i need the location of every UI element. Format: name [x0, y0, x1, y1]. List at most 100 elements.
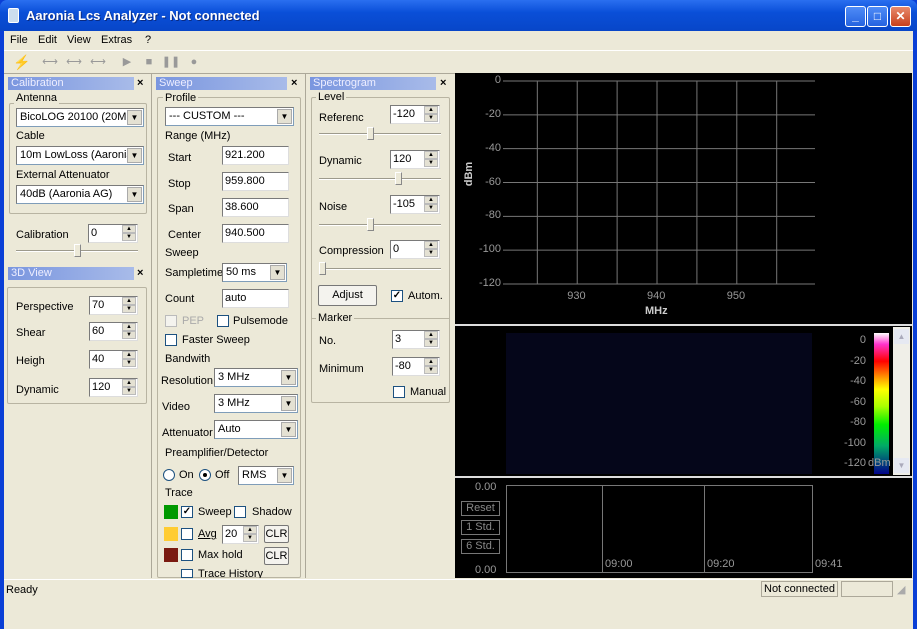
menu-edit[interactable]: Edit: [38, 31, 57, 50]
menu-file[interactable]: File: [10, 31, 28, 50]
spin-up-icon[interactable]: ▲: [424, 151, 438, 159]
perspective-spinner[interactable]: 70 ▲ ▼: [89, 296, 138, 315]
spectrum-chart[interactable]: dBm MHz 0 -20 -40 -60 -80 -100 -120 930 940 950: [455, 73, 912, 324]
minimize-button[interactable]: _: [845, 6, 866, 27]
marker-no-spinner[interactable]: 3 ▲ ▼: [392, 330, 440, 349]
close-button[interactable]: ✕: [890, 6, 911, 27]
maxhold-checkbox[interactable]: [181, 549, 193, 561]
menu-help[interactable]: ?: [145, 31, 151, 50]
spin-down-icon[interactable]: ▼: [243, 534, 257, 542]
avg-checkbox[interactable]: [181, 528, 193, 540]
spin-up-icon[interactable]: ▲: [122, 351, 136, 359]
sweep-1ms-icon[interactable]: ⟷: [40, 52, 60, 72]
adjust-button[interactable]: Adjust: [318, 285, 377, 306]
spin-down-icon[interactable]: ▼: [424, 339, 438, 347]
connect-icon[interactable]: ⚡: [12, 52, 32, 72]
span-input[interactable]: 38.600: [222, 198, 289, 217]
spin-down-icon[interactable]: ▼: [424, 366, 438, 374]
spin-up-icon[interactable]: ▲: [122, 225, 136, 233]
noise-spinner[interactable]: -105 ▲ ▼: [390, 195, 440, 214]
shear-spinner[interactable]: 60 ▲ ▼: [89, 322, 138, 341]
compression-spinner[interactable]: 0 ▲ ▼: [390, 240, 440, 259]
attenuator-select[interactable]: Auto ▼: [214, 420, 298, 439]
dynamic-3d-spinner[interactable]: 120 ▲ ▼: [89, 378, 138, 397]
spin-down-icon[interactable]: ▼: [424, 114, 438, 122]
detector-select[interactable]: RMS ▼: [238, 466, 294, 485]
spin-up-icon[interactable]: ▲: [424, 106, 438, 114]
spin-up-icon[interactable]: ▲: [122, 323, 136, 331]
minimum-spinner[interactable]: -80 ▲ ▼: [392, 357, 440, 376]
heigh-spinner[interactable]: 40 ▲ ▼: [89, 350, 138, 369]
antenna-select[interactable]: BicoLOG 20100 (20MI ▼: [16, 108, 144, 127]
pulsemode-checkbox[interactable]: [217, 315, 229, 327]
spin-down-icon[interactable]: ▼: [424, 204, 438, 212]
shadow-checkbox[interactable]: [234, 506, 246, 518]
stop-icon[interactable]: ■: [139, 52, 159, 72]
spin-down-icon[interactable]: ▼: [122, 305, 136, 313]
cable-select[interactable]: 10m LowLoss (Aaronia ▼: [16, 146, 144, 165]
spin-down-icon[interactable]: ▼: [122, 387, 136, 395]
reference-spinner[interactable]: -120 ▲ ▼: [390, 105, 440, 124]
noise-slider[interactable]: [319, 224, 441, 226]
maxhold-clear-button[interactable]: CLR: [264, 547, 289, 565]
waterfall-scrollbar[interactable]: ▲ ▼: [893, 327, 910, 475]
spin-up-icon[interactable]: ▲: [424, 241, 438, 249]
sweep-multi-icon[interactable]: ⟷: [88, 52, 108, 72]
sweep-color-swatch[interactable]: [164, 505, 178, 519]
1-std-button[interactable]: 1 Std.: [461, 520, 500, 535]
spin-up-icon[interactable]: ▲: [424, 196, 438, 204]
preamp-on-radio[interactable]: [163, 469, 175, 481]
count-input[interactable]: auto: [222, 289, 289, 308]
dynamic-spinner[interactable]: 120 ▲ ▼: [390, 150, 440, 169]
spin-up-icon[interactable]: ▲: [243, 526, 257, 534]
calibration-slider-thumb[interactable]: [74, 244, 81, 257]
preamp-off-radio[interactable]: [199, 469, 211, 481]
pause-icon[interactable]: ❚❚: [161, 52, 181, 72]
menu-view[interactable]: View: [67, 31, 91, 50]
center-input[interactable]: 940.500: [222, 224, 289, 243]
profile-select[interactable]: --- CUSTOM --- ▼: [165, 107, 294, 126]
spin-up-icon[interactable]: ▲: [122, 379, 136, 387]
resize-grip-icon[interactable]: ◢: [897, 583, 905, 596]
spin-down-icon[interactable]: ▼: [424, 159, 438, 167]
noise-slider-thumb[interactable]: [367, 218, 374, 231]
spin-up-icon[interactable]: ▲: [424, 331, 438, 339]
avg-color-swatch[interactable]: [164, 527, 178, 541]
calibration-spinner[interactable]: 0 ▲ ▼: [88, 224, 138, 243]
maximize-button[interactable]: □: [867, 6, 888, 27]
dynamic-slider[interactable]: [319, 178, 441, 180]
trace-history-checkbox[interactable]: [181, 569, 193, 578]
scroll-up-icon[interactable]: ▲: [894, 329, 909, 344]
reference-slider-thumb[interactable]: [367, 127, 374, 140]
6-std-button[interactable]: 6 Std.: [461, 539, 500, 554]
avg-clear-button[interactable]: CLR: [264, 525, 289, 543]
spin-down-icon[interactable]: ▼: [122, 233, 136, 241]
play-icon[interactable]: ▶: [117, 52, 137, 72]
scroll-down-icon[interactable]: ▼: [894, 458, 909, 473]
sampletime-select[interactable]: 50 ms ▼: [222, 263, 287, 282]
history-view[interactable]: 0.00 0.00 09:00 09:20 09:41 Reset 1 Std.…: [455, 478, 912, 578]
compression-slider[interactable]: [319, 268, 441, 270]
resolution-select[interactable]: 3 MHz ▼: [214, 368, 298, 387]
spin-up-icon[interactable]: ▲: [122, 297, 136, 305]
sweep-trace-checkbox[interactable]: ✓: [181, 506, 193, 518]
manual-checkbox[interactable]: [393, 386, 405, 398]
close-spectrogram-icon[interactable]: ×: [440, 77, 446, 89]
close-calibration-icon[interactable]: ×: [137, 77, 143, 89]
stop-input[interactable]: 959.800: [222, 172, 289, 191]
spin-down-icon[interactable]: ▼: [122, 359, 136, 367]
reset-button[interactable]: Reset: [461, 501, 500, 516]
spin-down-icon[interactable]: ▼: [122, 331, 136, 339]
sweep-2ms-icon[interactable]: ⟷: [64, 52, 84, 72]
pep-checkbox[interactable]: [165, 315, 177, 327]
dynamic-slider-thumb[interactable]: [395, 172, 402, 185]
avg-spinner[interactable]: 20 ▲ ▼: [222, 525, 259, 544]
close-3d-view-icon[interactable]: ×: [137, 267, 143, 279]
reference-slider[interactable]: [319, 133, 441, 135]
external-attenuator-select[interactable]: 40dB (Aaronia AG) ▼: [16, 185, 144, 204]
close-sweep-icon[interactable]: ×: [291, 77, 297, 89]
compression-slider-thumb[interactable]: [319, 262, 326, 275]
video-select[interactable]: 3 MHz ▼: [214, 394, 298, 413]
start-input[interactable]: 921.200: [222, 146, 289, 165]
menu-extras[interactable]: Extras: [101, 31, 132, 50]
